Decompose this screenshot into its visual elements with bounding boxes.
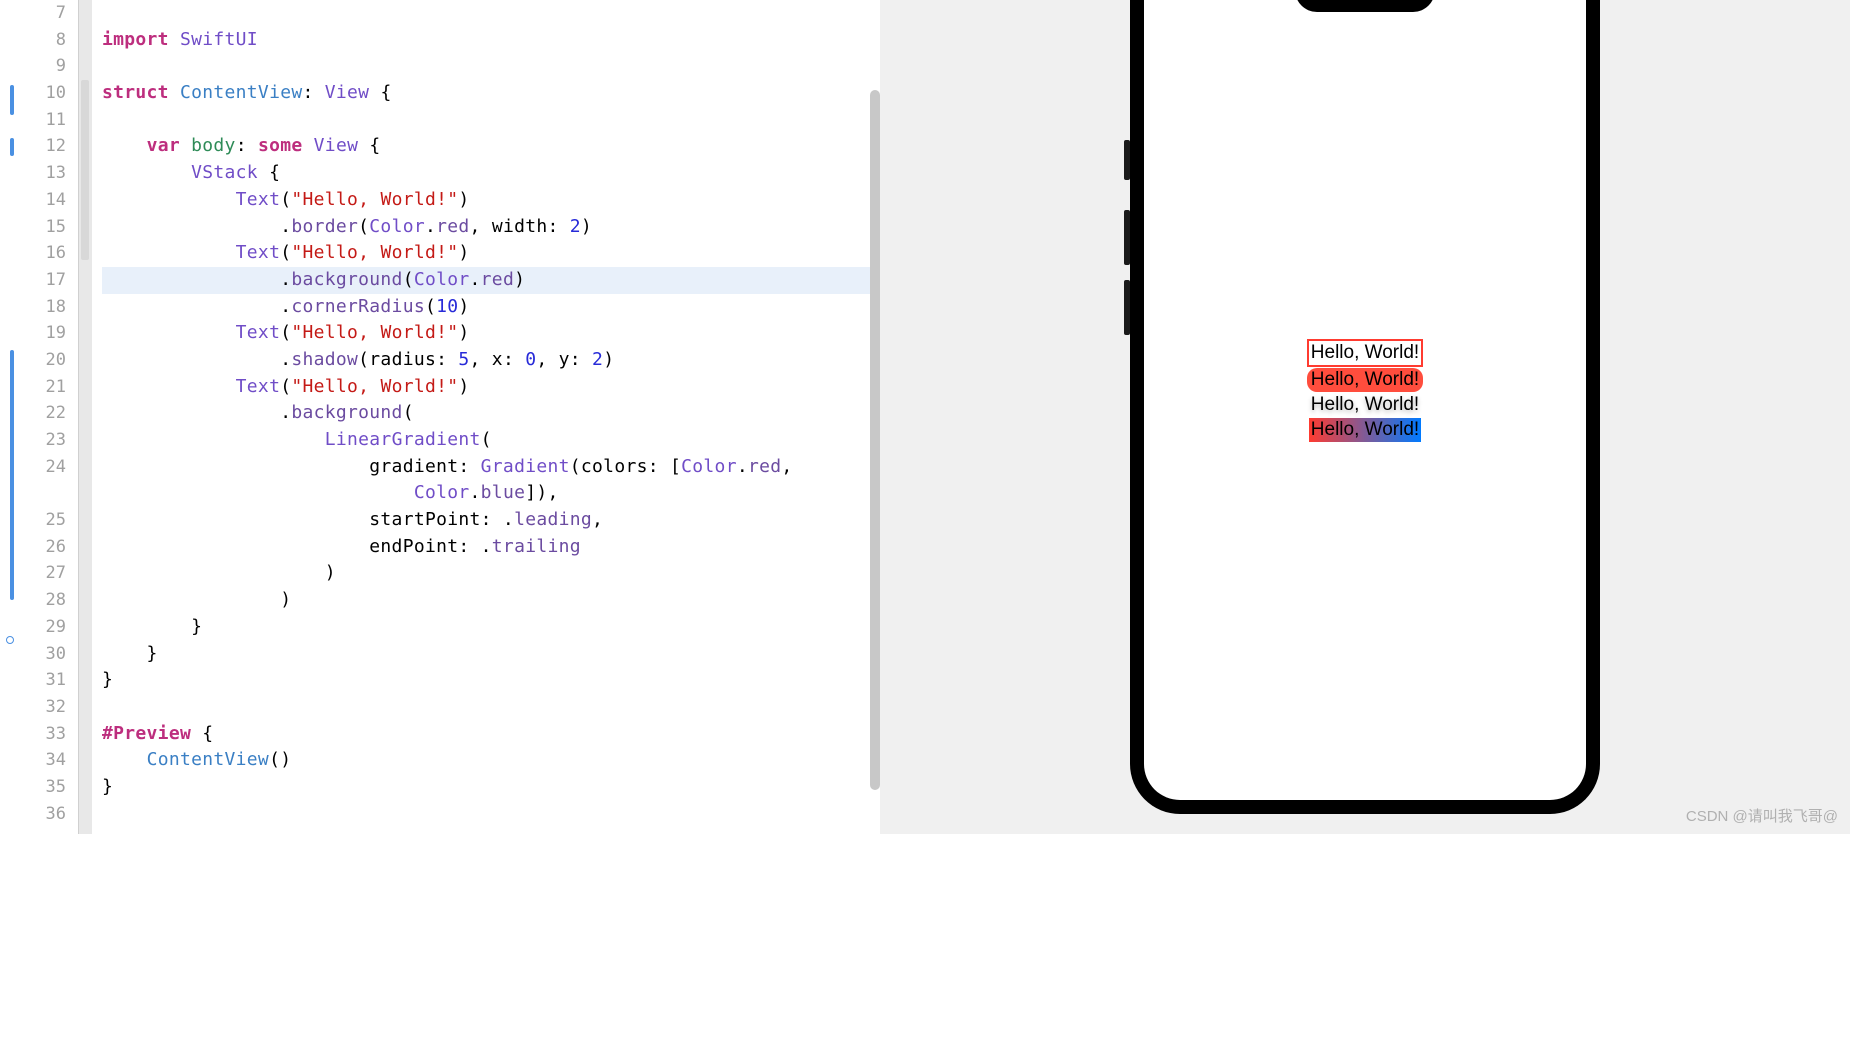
code-line[interactable]: struct ContentView: View {: [102, 80, 880, 107]
line-number: 35: [0, 774, 78, 801]
line-number: 27: [0, 560, 78, 587]
code-line[interactable]: [102, 694, 880, 721]
text-with-border: Hello, World!: [1307, 339, 1423, 367]
line-number: 10: [0, 80, 78, 107]
line-number: 8: [0, 27, 78, 54]
text-with-gradient: Hello, World!: [1309, 418, 1421, 442]
line-gutter: 789101112131415161718192021222324 252627…: [0, 0, 78, 834]
fold-column: [78, 0, 92, 834]
code-line[interactable]: [102, 53, 880, 80]
line-number: 26: [0, 534, 78, 561]
code-line[interactable]: Text("Hello, World!"): [102, 374, 880, 401]
line-number: 20: [0, 347, 78, 374]
line-number: 24: [0, 454, 78, 481]
line-number: 28: [0, 587, 78, 614]
code-line[interactable]: Color.blue]),: [102, 480, 880, 507]
phone-notch: [1295, 0, 1435, 12]
code-line[interactable]: gradient: Gradient(colors: [Color.red,: [102, 454, 880, 481]
iphone-simulator-frame: Hello, World! Hello, World! Hello, World…: [1130, 0, 1600, 814]
line-number: 16: [0, 240, 78, 267]
phone-side-button: [1124, 140, 1130, 180]
code-line[interactable]: .shadow(radius: 5, x: 0, y: 2): [102, 347, 880, 374]
code-line[interactable]: ): [102, 587, 880, 614]
line-number: 33: [0, 721, 78, 748]
code-line[interactable]: .background(Color.red): [102, 267, 880, 294]
code-line[interactable]: .background(: [102, 400, 880, 427]
phone-volume-up-button: [1124, 210, 1130, 265]
code-line[interactable]: .border(Color.red, width: 2): [102, 214, 880, 241]
code-editor-pane: 789101112131415161718192021222324 252627…: [0, 0, 880, 834]
line-number: [0, 480, 78, 507]
line-number: 21: [0, 374, 78, 401]
code-line[interactable]: [102, 0, 880, 27]
code-line[interactable]: var body: some View {: [102, 133, 880, 160]
code-line[interactable]: ContentView(): [102, 747, 880, 774]
line-number: 23: [0, 427, 78, 454]
line-number: 30: [0, 641, 78, 668]
code-line[interactable]: startPoint: .leading,: [102, 507, 880, 534]
line-number: 19: [0, 320, 78, 347]
phone-content-area: Hello, World! Hello, World! Hello, World…: [1144, 0, 1586, 800]
line-number: 29: [0, 614, 78, 641]
vertical-scrollbar[interactable]: [870, 90, 880, 790]
code-line[interactable]: import SwiftUI: [102, 27, 880, 54]
code-line[interactable]: endPoint: .trailing: [102, 534, 880, 561]
code-line[interactable]: LinearGradient(: [102, 427, 880, 454]
code-line[interactable]: Text("Hello, World!"): [102, 240, 880, 267]
text-with-red-background: Hello, World!: [1307, 368, 1423, 392]
phone-volume-down-button: [1124, 280, 1130, 335]
code-line[interactable]: }: [102, 614, 880, 641]
line-number: 17: [0, 267, 78, 294]
line-number: 18: [0, 294, 78, 321]
text-with-shadow: Hello, World!: [1309, 393, 1421, 417]
code-line[interactable]: }: [102, 641, 880, 668]
code-line[interactable]: VStack {: [102, 160, 880, 187]
line-number: 36: [0, 801, 78, 828]
line-number: 12: [0, 133, 78, 160]
line-number: 31: [0, 667, 78, 694]
code-line[interactable]: }: [102, 667, 880, 694]
code-line[interactable]: Text("Hello, World!"): [102, 320, 880, 347]
code-line[interactable]: [102, 107, 880, 134]
line-number: 32: [0, 694, 78, 721]
line-number: 15: [0, 214, 78, 241]
code-line[interactable]: .cornerRadius(10): [102, 294, 880, 321]
code-area[interactable]: import SwiftUI struct ContentView: View {…: [92, 0, 880, 834]
code-line[interactable]: ): [102, 560, 880, 587]
code-line[interactable]: [102, 801, 880, 828]
line-number: 11: [0, 107, 78, 134]
line-number: 7: [0, 0, 78, 27]
code-line[interactable]: Text("Hello, World!"): [102, 187, 880, 214]
code-line[interactable]: #Preview {: [102, 721, 880, 748]
code-line[interactable]: }: [102, 774, 880, 801]
line-number: 22: [0, 400, 78, 427]
watermark-text: CSDN @请叫我飞哥@: [1686, 805, 1838, 826]
preview-pane: Hello, World! Hello, World! Hello, World…: [880, 0, 1850, 834]
line-number: 9: [0, 53, 78, 80]
line-number: 34: [0, 747, 78, 774]
line-number: 14: [0, 187, 78, 214]
line-number: 25: [0, 507, 78, 534]
line-number: 13: [0, 160, 78, 187]
